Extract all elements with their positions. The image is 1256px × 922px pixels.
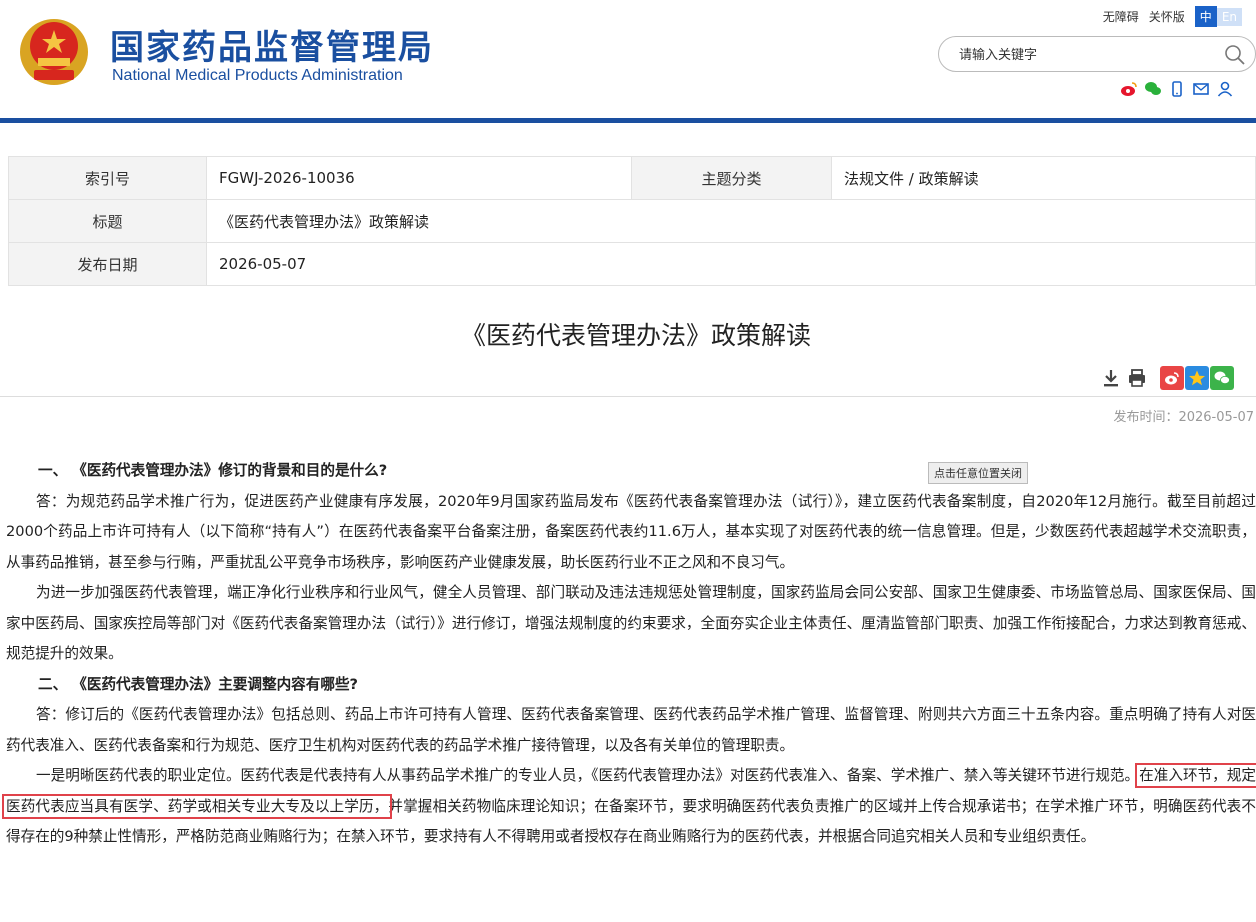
mail-icon[interactable]: [1192, 80, 1210, 98]
paragraph-text: 一是明晰医药代表的职业定位。医药代表是代表持有人从事药品学术推广的专业人员，《医…: [36, 767, 1140, 784]
share-weibo-icon[interactable]: [1160, 366, 1184, 390]
table-row: 索引号 FGWJ-2026-10036 主题分类 法规文件 / 政策解读: [8, 156, 1256, 200]
category-label: 主题分类: [631, 156, 832, 200]
index-label: 索引号: [8, 156, 207, 200]
social-links: [1120, 80, 1234, 98]
search-box: [938, 36, 1256, 72]
share-wechat-icon[interactable]: [1210, 366, 1234, 390]
title-label: 标题: [8, 199, 207, 243]
user-icon[interactable]: [1216, 80, 1234, 98]
date-label: 发布日期: [8, 242, 207, 286]
top-links: 无障碍 关怀版 中 En: [1103, 6, 1242, 27]
site-subtitle: National Medical Products Administration: [112, 67, 403, 84]
article-title: 《医药代表管理办法》政策解读: [460, 321, 811, 350]
care-mode-link[interactable]: 关怀版: [1149, 8, 1185, 25]
article-divider: [0, 396, 1256, 397]
header-divider: [0, 118, 1256, 123]
paragraph: 答：为规范药品学术推广行为，促进医药产业健康有序发展，2020年9月国家药监局发…: [6, 492, 1256, 571]
search-input[interactable]: [959, 45, 1209, 65]
site-header: 国家药品监督管理局 National Medical Products Admi…: [0, 0, 1256, 124]
weibo-icon[interactable]: [1120, 80, 1138, 98]
site-title[interactable]: 国家药品监督管理局: [110, 20, 434, 69]
paragraph: 一是明晰医药代表的职业定位。医药代表是代表持有人从事药品学术推广的专业人员，《医…: [2, 761, 1256, 853]
table-row: 标题 《医药代表管理办法》政策解读: [8, 199, 1256, 243]
lang-zh-button[interactable]: 中: [1194, 6, 1217, 27]
mobile-icon[interactable]: [1168, 80, 1186, 98]
article-tools: [1100, 366, 1235, 390]
question-heading-1: 一、 《医药代表管理办法》修订的背景和目的是什么?: [38, 462, 388, 479]
print-icon[interactable]: [1126, 367, 1148, 389]
wechat-icon[interactable]: [1144, 80, 1162, 98]
lang-en-button[interactable]: En: [1216, 7, 1242, 26]
paragraph: 为进一步加强医药代表管理，端正净化行业秩序和行业风气，健全人员管理、部门联动及违…: [6, 584, 1256, 662]
category-value: 法规文件 / 政策解读: [831, 156, 1256, 200]
publish-time: 发布时间：2026-05-07: [1113, 410, 1254, 425]
national-emblem-icon[interactable]: [18, 12, 90, 86]
index-value: FGWJ-2026-10036: [206, 156, 632, 200]
close-tip-button[interactable]: 点击任意位置关闭: [928, 462, 1028, 484]
question-heading-2: 二、 《医药代表管理办法》主要调整内容有哪些?: [38, 675, 359, 693]
paragraph: 答：修订后的《医药代表管理办法》包括总则、药品上市许可持有人管理、医药代表备案管…: [6, 706, 1256, 754]
download-icon[interactable]: [1100, 367, 1122, 389]
accessible-link[interactable]: 无障碍: [1103, 8, 1139, 25]
search-icon[interactable]: [1223, 43, 1247, 67]
date-value: 2026-05-07: [206, 242, 1256, 286]
table-row: 发布日期 2026-05-07: [8, 242, 1256, 286]
article-body: 一、 《医药代表管理办法》修订的背景和目的是什么? 答：为规范药品学术推广行为，…: [2, 456, 1256, 853]
document-info-table: 索引号 FGWJ-2026-10036 主题分类 法规文件 / 政策解读 标题 …: [8, 156, 1256, 286]
share-qzone-icon[interactable]: [1185, 366, 1209, 390]
title-value: 《医药代表管理办法》政策解读: [206, 199, 1256, 243]
